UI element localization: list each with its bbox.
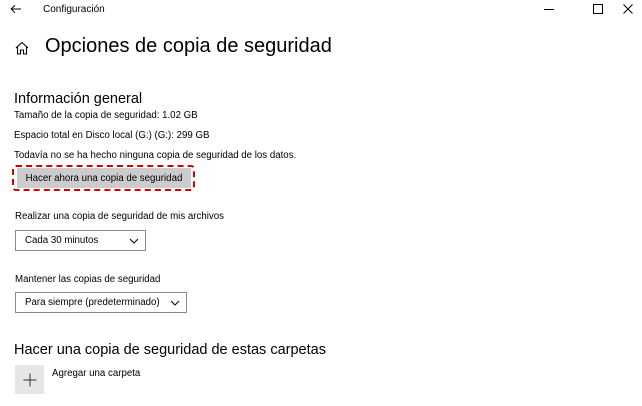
maximize-button[interactable] bbox=[581, 0, 615, 18]
title-bar: Configuración bbox=[0, 0, 642, 20]
maximize-icon bbox=[593, 4, 603, 14]
frequency-dropdown[interactable]: Cada 30 minutos bbox=[15, 230, 146, 251]
chevron-down-icon bbox=[170, 300, 180, 306]
overview-heading: Información general bbox=[14, 91, 143, 107]
plus-icon bbox=[23, 373, 36, 386]
back-button[interactable] bbox=[6, 1, 26, 17]
page-title: Opciones de copia de seguridad bbox=[45, 35, 332, 57]
chevron-down-icon bbox=[129, 238, 139, 244]
add-folder-label[interactable]: Agregar una carpeta bbox=[52, 368, 140, 379]
settings-window: Configuración Opciones de copia de segur… bbox=[0, 0, 642, 406]
close-button[interactable] bbox=[611, 0, 642, 18]
retention-label: Mantener las copias de seguridad bbox=[15, 274, 161, 285]
close-icon bbox=[623, 4, 633, 14]
home-button[interactable] bbox=[14, 40, 30, 56]
folders-heading: Hacer una copia de seguridad de estas ca… bbox=[14, 342, 326, 358]
add-folder-button[interactable] bbox=[15, 365, 44, 394]
frequency-selected: Cada 30 minutos bbox=[25, 235, 99, 246]
frequency-label: Realizar una copia de seguridad de mis a… bbox=[15, 211, 224, 222]
backup-status-text: Todavía no se ha hecho ninguna copia de … bbox=[14, 150, 297, 161]
backup-now-button[interactable]: Hacer ahora una copia de seguridad bbox=[17, 168, 191, 188]
minimize-icon bbox=[544, 9, 554, 10]
home-icon bbox=[15, 41, 29, 55]
minimize-button[interactable] bbox=[532, 0, 566, 18]
back-arrow-icon bbox=[10, 4, 21, 14]
backup-size-text: Tamaño de la copia de seguridad: 1.02 GB bbox=[14, 110, 198, 121]
retention-dropdown[interactable]: Para siempre (predeterminado) bbox=[15, 292, 187, 313]
window-title: Configuración bbox=[43, 4, 105, 15]
total-space-text: Espacio total en Disco local (G:) (G:): … bbox=[14, 130, 210, 141]
retention-selected: Para siempre (predeterminado) bbox=[25, 297, 160, 308]
